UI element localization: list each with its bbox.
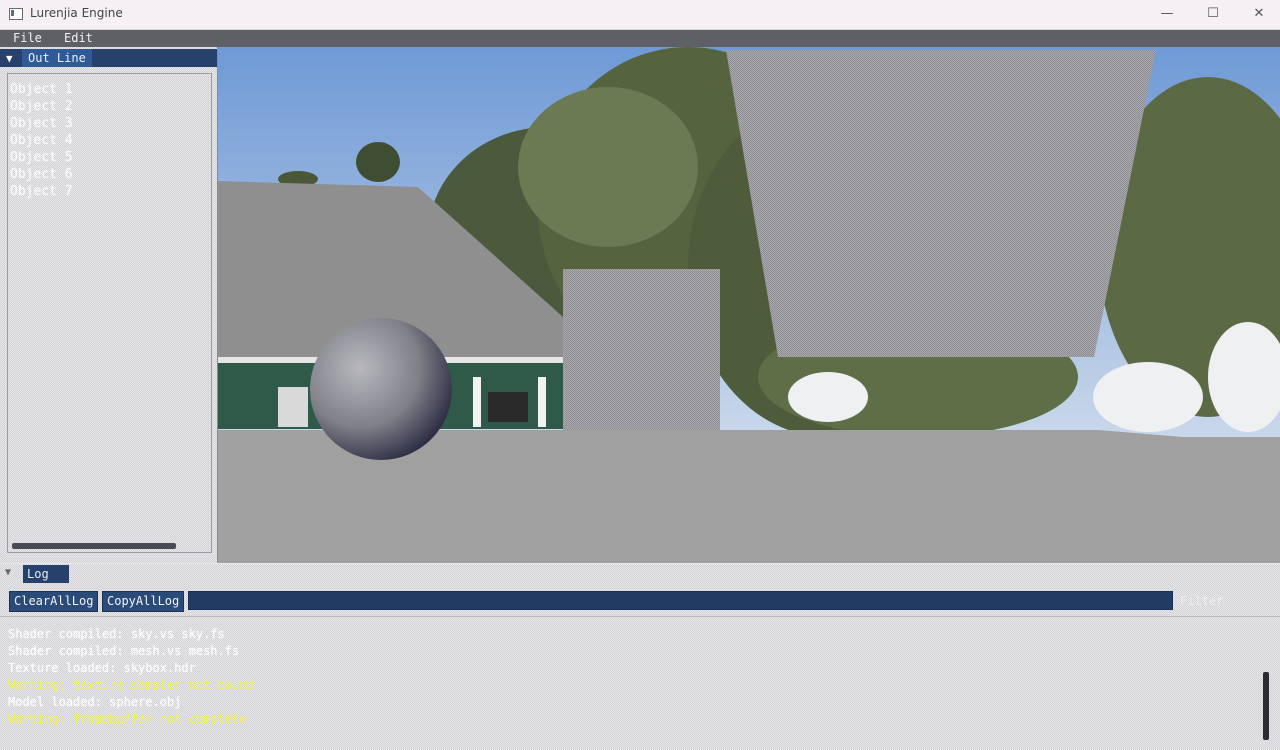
filter-label: Filter bbox=[1180, 594, 1224, 608]
menu-file[interactable]: File bbox=[13, 31, 42, 45]
menu-bar: File Edit bbox=[0, 30, 1280, 47]
log-tab-bar: ▼ Log bbox=[0, 564, 1280, 584]
outline-item[interactable]: Object 4 bbox=[10, 132, 206, 149]
log-line: Texture loaded: skybox.hdr bbox=[8, 661, 196, 675]
log-line: Shader compiled: sky.vs sky.fs bbox=[8, 627, 225, 641]
scene-viewport[interactable] bbox=[218, 47, 1280, 563]
texture-quad-large bbox=[726, 50, 1156, 357]
tab-log[interactable]: Log bbox=[23, 565, 69, 583]
outline-item[interactable]: Object 5 bbox=[10, 149, 206, 166]
scene-render bbox=[218, 47, 1280, 563]
outline-item[interactable]: Object 7 bbox=[10, 183, 206, 200]
log-line: Shader compiled: mesh.vs mesh.fs bbox=[8, 644, 240, 658]
maximize-button[interactable]: ☐ bbox=[1190, 0, 1236, 29]
outline-item[interactable]: Object 3 bbox=[10, 115, 206, 132]
outline-item[interactable]: Object 6 bbox=[10, 166, 206, 183]
clear-all-log-button[interactable]: ClearAllLog bbox=[9, 591, 99, 612]
close-button[interactable]: ✕ bbox=[1236, 0, 1280, 29]
log-panel: ClearAllLog CopyAllLog Filter Shader com… bbox=[0, 584, 1280, 750]
log-collapse-arrow-icon[interactable]: ▼ bbox=[5, 567, 11, 578]
log-divider bbox=[0, 616, 1280, 617]
outline-panel: ▼ Out Line Object 1 Object 2 Object 3 Ob… bbox=[0, 47, 218, 563]
menu-edit[interactable]: Edit bbox=[64, 31, 93, 45]
tab-outline[interactable]: Out Line bbox=[22, 49, 92, 67]
outline-item[interactable]: Object 2 bbox=[10, 98, 206, 115]
texture-quad-small bbox=[563, 269, 720, 431]
outline-horizontal-scrollbar[interactable] bbox=[12, 543, 176, 549]
log-filter-input[interactable] bbox=[188, 591, 1173, 610]
log-line: Warning: framebuffer not complete bbox=[8, 712, 247, 726]
window-title-bar: Lurenjia Engine — ☐ ✕ bbox=[0, 0, 1280, 30]
copy-all-log-button[interactable]: CopyAllLog bbox=[102, 591, 185, 612]
log-line: Model loaded: sphere.obj bbox=[8, 695, 182, 709]
log-vertical-scrollbar[interactable] bbox=[1263, 672, 1269, 740]
collapse-arrow-icon[interactable]: ▼ bbox=[6, 52, 13, 65]
minimize-button[interactable]: — bbox=[1144, 0, 1190, 29]
outline-list: Object 1 Object 2 Object 3 Object 4 Obje… bbox=[10, 81, 206, 200]
outline-header: ▼ Out Line bbox=[0, 49, 217, 67]
outline-item[interactable]: Object 1 bbox=[10, 81, 206, 98]
log-lines: Shader compiled: sky.vs sky.fs Shader co… bbox=[8, 626, 254, 728]
log-line: Warning: texture sampler not bound bbox=[8, 678, 254, 692]
window-title: Lurenjia Engine bbox=[30, 6, 123, 20]
sphere-mesh bbox=[310, 318, 452, 460]
app-icon bbox=[9, 8, 23, 20]
